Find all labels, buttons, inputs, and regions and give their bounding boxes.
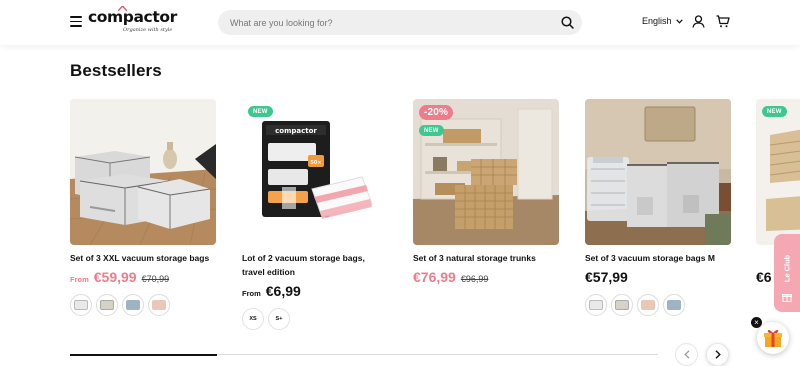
- color-swatch[interactable]: [122, 294, 144, 316]
- chevron-right-icon: [715, 350, 721, 359]
- product-name[interactable]: Set of 3 XXL vacuum storage bags: [70, 251, 216, 265]
- old-price: €96,99: [460, 274, 489, 284]
- carousel-next-button[interactable]: [706, 343, 729, 366]
- product-image[interactable]: NEW: [756, 99, 800, 245]
- language-selector[interactable]: English: [642, 16, 683, 26]
- product-image[interactable]: [585, 99, 731, 245]
- color-swatch[interactable]: [70, 294, 92, 316]
- color-swatch[interactable]: [663, 294, 685, 316]
- product-name[interactable]: Lot of 2 vacuum storage bags, travel edi…: [242, 251, 388, 279]
- price-row: €6: [756, 269, 772, 285]
- site-header: compactor Organize with style English: [0, 0, 800, 45]
- color-swatches: [585, 294, 685, 316]
- club-tab[interactable]: Le Club: [774, 234, 800, 312]
- language-label: English: [642, 16, 672, 26]
- price: €57,99: [585, 269, 628, 285]
- size-option[interactable]: XS: [242, 308, 264, 330]
- price-row: From €59,99 €70,99: [70, 269, 169, 285]
- user-icon[interactable]: [692, 15, 705, 28]
- svg-text:50×: 50×: [310, 160, 321, 166]
- chevron-left-icon: [683, 350, 689, 359]
- price-row: €76,99 €96,99: [413, 269, 488, 285]
- color-swatch[interactable]: [148, 294, 170, 316]
- carousel-prev-button[interactable]: [675, 343, 698, 366]
- logo-mark-icon: [118, 6, 127, 11]
- sale-price: €59,99: [93, 269, 137, 285]
- product-card[interactable]: Set of 3 XXL vacuum storage bags From €5…: [70, 99, 216, 316]
- club-label: Le Club: [782, 254, 792, 282]
- section-title: Bestsellers: [70, 61, 162, 80]
- product-card[interactable]: -20% NEW Set of 3 natural storage trunks…: [413, 99, 559, 285]
- search-icon[interactable]: [561, 16, 574, 29]
- svg-text:compactor: compactor: [275, 127, 317, 135]
- logo[interactable]: compactor Organize with style: [88, 6, 177, 37]
- color-swatch[interactable]: [585, 294, 607, 316]
- price-row: From €6,99: [242, 283, 301, 299]
- size-option[interactable]: S+: [268, 308, 290, 330]
- gift-icon: [782, 294, 792, 302]
- new-badge: NEW: [419, 125, 444, 136]
- product-card[interactable]: Set of 3 vacuum storage bags M €57,99: [585, 99, 731, 316]
- product-image[interactable]: [70, 99, 216, 245]
- price: €6,99: [265, 283, 301, 299]
- color-swatches: [70, 294, 170, 316]
- gift-icon: [764, 329, 782, 347]
- color-swatch[interactable]: [96, 294, 118, 316]
- old-price: €70,99: [141, 274, 170, 284]
- from-label: From: [242, 289, 261, 298]
- product-card[interactable]: compactor 50× NEW Lot of 2 vacuum storag…: [242, 99, 388, 330]
- price-row: €57,99: [585, 269, 628, 285]
- carousel-progress-fill: [70, 353, 217, 356]
- close-icon[interactable]: ×: [751, 317, 762, 328]
- product-image[interactable]: -20% NEW: [413, 99, 559, 245]
- sale-price: €76,99: [413, 269, 456, 285]
- cart-icon[interactable]: [716, 15, 730, 28]
- carousel-progress[interactable]: [70, 353, 658, 356]
- discount-badge: -20%: [419, 105, 454, 120]
- menu-icon[interactable]: [70, 16, 82, 27]
- new-badge: NEW: [248, 106, 273, 117]
- product-name[interactable]: Set of 3 vacuum storage bags M: [585, 251, 731, 265]
- chevron-down-icon: [675, 18, 683, 24]
- from-label: From: [70, 275, 89, 284]
- color-swatch[interactable]: [637, 294, 659, 316]
- size-options: XS S+: [242, 308, 290, 330]
- color-swatch[interactable]: [611, 294, 633, 316]
- new-badge: NEW: [762, 106, 787, 117]
- product-image[interactable]: compactor 50× NEW: [242, 99, 388, 245]
- logo-tagline: Organize with style: [123, 27, 173, 33]
- search-input[interactable]: [230, 10, 550, 35]
- logo-text: compactor: [88, 8, 177, 26]
- search-bar: [218, 10, 582, 35]
- price: €6: [756, 269, 772, 285]
- product-name[interactable]: Set of 3 natural storage trunks: [413, 251, 559, 265]
- gift-button[interactable]: [757, 322, 789, 354]
